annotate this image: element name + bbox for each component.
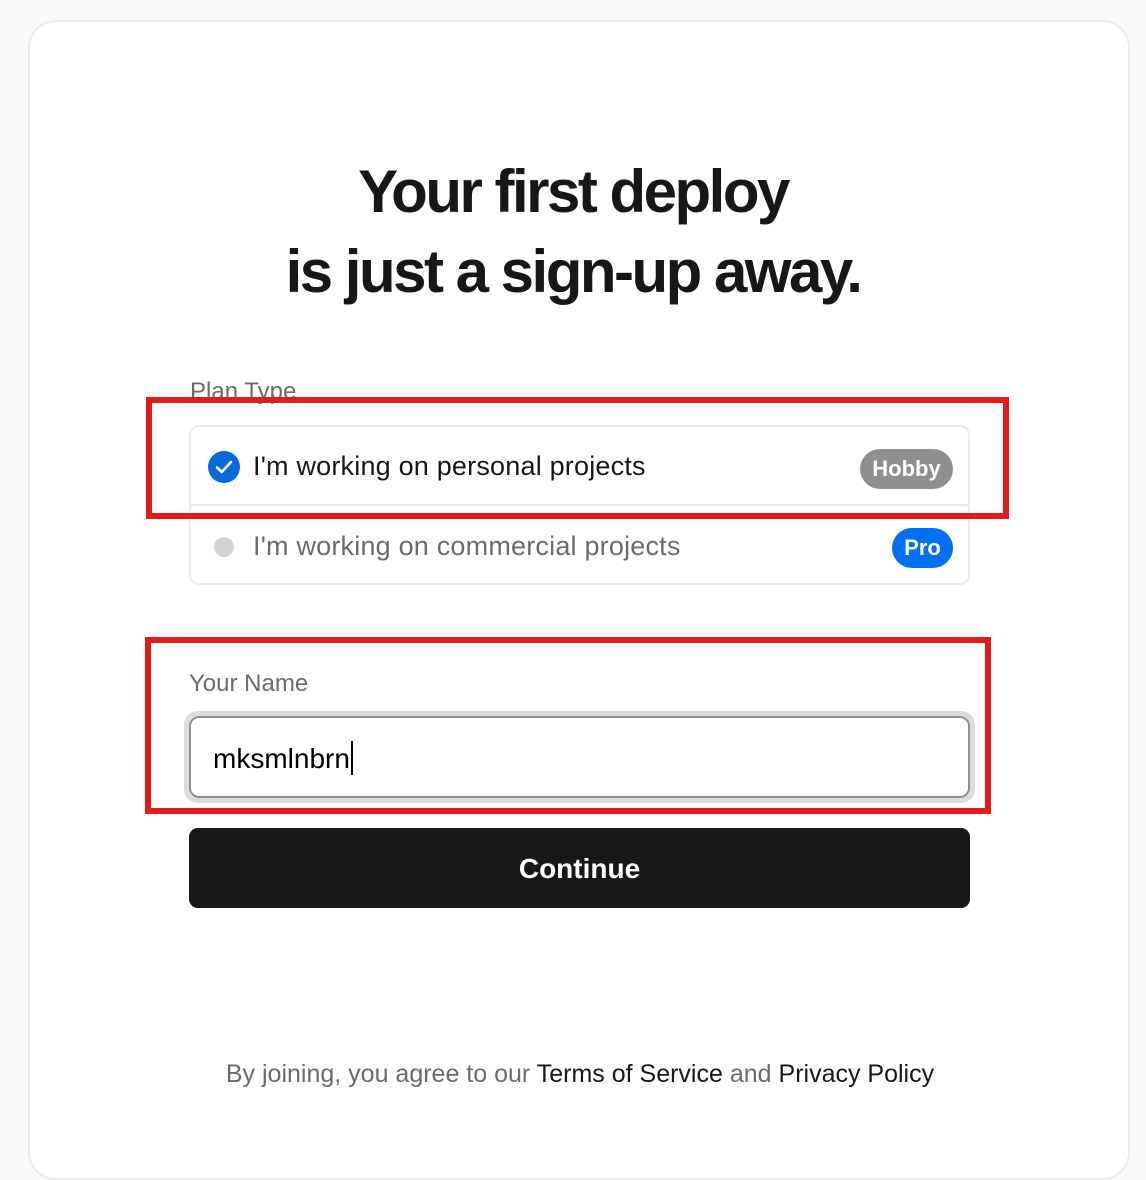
radio-checked-icon[interactable]: [208, 451, 240, 483]
page-title: Your first deploy is just a sign-up away…: [0, 152, 1146, 312]
title-line-1: Your first deploy: [358, 158, 790, 225]
terms-of-service-link[interactable]: Terms of Service: [537, 1060, 723, 1088]
pro-badge: Pro: [892, 528, 953, 568]
plan-type-radio-group: I'm working on personal projects Hobby I…: [189, 425, 970, 585]
name-input[interactable]: mksmlnbrn: [184, 711, 975, 803]
plan-option-pro[interactable]: I'm working on commercial projects Pro: [191, 507, 968, 586]
checkmark-icon: [215, 460, 233, 474]
legal-prefix: By joining, you agree to our: [225, 1060, 537, 1088]
your-name-label: Your Name: [189, 670, 309, 697]
plan-type-label: Plan Type: [190, 378, 297, 405]
privacy-policy-link[interactable]: Privacy Policy: [779, 1060, 935, 1088]
plan-option-hobby[interactable]: I'm working on personal projects Hobby: [191, 427, 968, 506]
hobby-badge: Hobby: [860, 449, 953, 489]
radio-unchecked-icon[interactable]: [214, 537, 234, 557]
text-caret: [350, 741, 353, 775]
continue-button[interactable]: Continue: [189, 828, 970, 908]
legal-notice: By joining, you agree to our Terms of Se…: [0, 1060, 1146, 1089]
plan-option-pro-label: I'm working on commercial projects: [253, 531, 681, 561]
name-input-value-wrap: mksmlnbrn: [213, 741, 353, 775]
title-line-2: is just a sign-up away.: [285, 238, 863, 305]
plan-option-hobby-label: I'm working on personal projects: [253, 451, 646, 481]
name-input-value: mksmlnbrn: [213, 743, 350, 774]
legal-middle: and: [722, 1060, 779, 1088]
